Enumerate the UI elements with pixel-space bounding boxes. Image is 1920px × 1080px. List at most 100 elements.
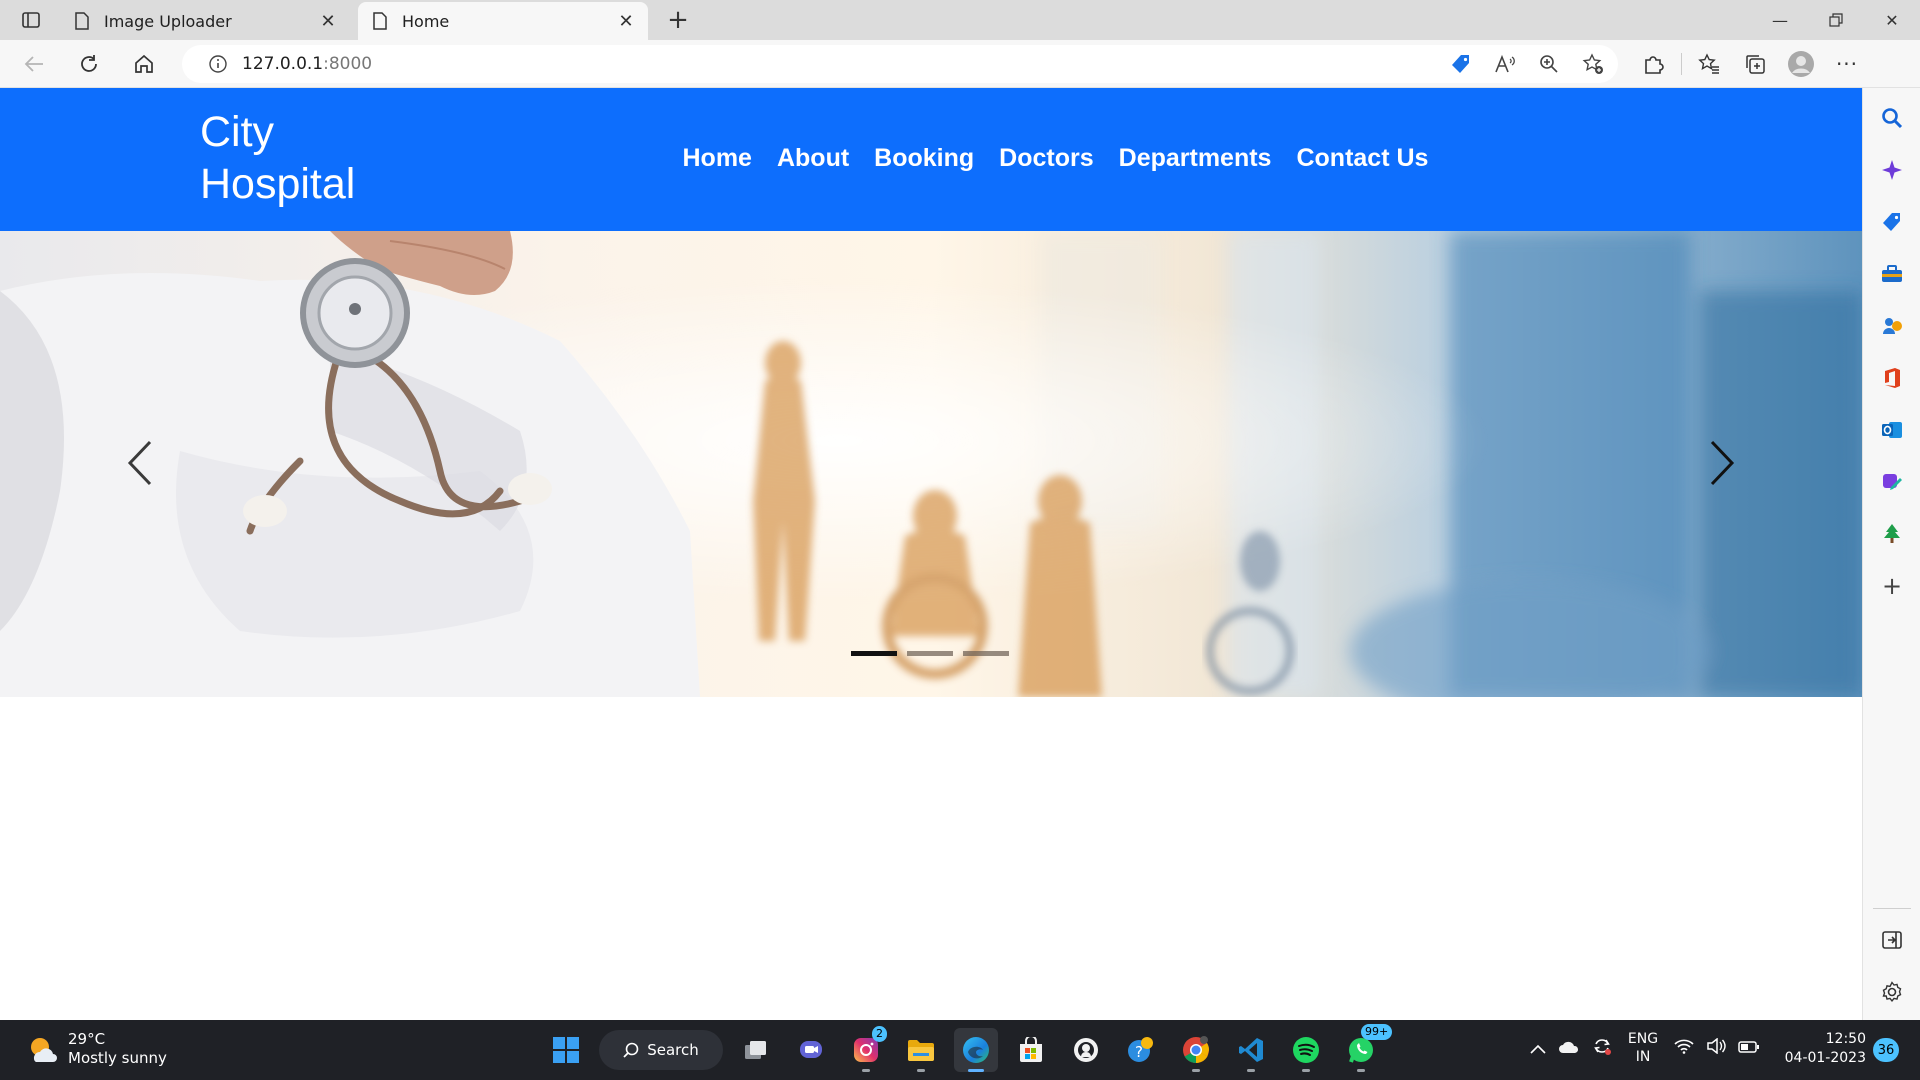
taskbar-search[interactable]: Search <box>599 1030 723 1070</box>
close-icon[interactable]: ✕ <box>318 11 338 32</box>
window-controls: — ✕ <box>1752 0 1920 40</box>
url-text: 127.0.0.1:8000 <box>242 54 372 74</box>
nav-link-about[interactable]: About <box>764 144 861 173</box>
github-icon[interactable] <box>1064 1028 1108 1072</box>
task-view-icon[interactable] <box>734 1028 778 1072</box>
notification-badge[interactable]: 36 <box>1873 1038 1899 1062</box>
tab-image-uploader[interactable]: Image Uploader ✕ <box>60 2 350 40</box>
vscode-icon[interactable] <box>1229 1028 1273 1072</box>
edge-sidebar: + <box>1862 88 1920 1020</box>
weather-widget[interactable]: 29°C Mostly sunny <box>26 1030 167 1068</box>
url-host: 127.0.0.1 <box>242 54 324 74</box>
zoom-icon[interactable] <box>1530 48 1568 80</box>
page-icon <box>370 11 390 31</box>
new-tab-button[interactable]: + <box>662 5 694 35</box>
instagram-icon[interactable]: 2 <box>844 1026 888 1072</box>
home-icon[interactable] <box>126 48 162 80</box>
search-label: Search <box>647 1041 699 1059</box>
chrome-icon[interactable] <box>1174 1028 1218 1072</box>
nav-link-departments[interactable]: Departments <box>1106 144 1284 173</box>
extensions-icon[interactable] <box>1630 48 1676 80</box>
onedrive-icon[interactable] <box>1558 1039 1580 1058</box>
search-icon[interactable] <box>1876 102 1908 134</box>
weather-desc: Mostly sunny <box>68 1049 167 1067</box>
battery-icon[interactable] <box>1738 1039 1760 1058</box>
tools-icon[interactable] <box>1876 258 1908 290</box>
designer-icon[interactable] <box>1876 466 1908 498</box>
nav-link-doctors[interactable]: Doctors <box>987 144 1106 173</box>
favorites-icon[interactable] <box>1686 48 1732 80</box>
edge-browser-icon[interactable] <box>954 1028 998 1072</box>
partly-sunny-icon <box>31 1038 57 1062</box>
profile-avatar[interactable] <box>1778 48 1824 80</box>
nav-link-booking[interactable]: Booking <box>862 144 987 173</box>
back-icon[interactable] <box>16 48 52 80</box>
add-favorite-icon[interactable] <box>1574 48 1612 80</box>
web-page: City Hospital Home About Booking Doctors… <box>0 88 1862 1020</box>
tree-icon[interactable] <box>1876 518 1908 550</box>
teams-chat-icon[interactable] <box>789 1028 833 1072</box>
get-help-icon[interactable]: ? <box>1119 1028 1163 1072</box>
carousel-prev-icon[interactable] <box>110 431 170 495</box>
running-indicator <box>917 1069 925 1072</box>
start-icon[interactable] <box>544 1028 588 1072</box>
language-indicator[interactable]: ENG IN <box>1624 1030 1662 1066</box>
instagram-badge: 2 <box>872 1026 887 1042</box>
page-icon <box>72 11 92 31</box>
taskbar-clock[interactable]: 12:50 04-01-2023 <box>1778 1030 1866 1068</box>
outlook-icon[interactable] <box>1876 414 1908 446</box>
carousel-indicators <box>851 651 1009 656</box>
copilot-icon[interactable] <box>1876 154 1908 186</box>
divider <box>1676 48 1686 80</box>
minimize-icon[interactable]: — <box>1752 0 1808 40</box>
close-icon[interactable]: ✕ <box>616 11 636 32</box>
more-options-icon[interactable]: ··· <box>1824 48 1870 80</box>
running-indicator <box>1302 1069 1310 1072</box>
url-port: :8000 <box>323 54 373 74</box>
address-bar[interactable]: 127.0.0.1:8000 <box>182 45 1618 83</box>
brand-line-2: Hospital <box>200 160 356 208</box>
split-screen-icon[interactable] <box>1876 924 1908 956</box>
nav-link-home[interactable]: Home <box>670 144 764 173</box>
carousel-indicator-2[interactable] <box>907 651 953 656</box>
info-icon[interactable] <box>198 55 238 73</box>
wifi-icon[interactable] <box>1674 1038 1694 1058</box>
microsoft-store-icon[interactable] <box>1009 1028 1053 1072</box>
browser-tab-bar: Image Uploader ✕ Home ✕ + — ✕ <box>0 0 1920 40</box>
system-tray: ENG IN <box>1530 1030 1760 1066</box>
running-indicator <box>1192 1069 1200 1072</box>
hero-carousel <box>0 231 1862 697</box>
collections-icon[interactable] <box>1732 48 1778 80</box>
carousel-next-icon[interactable] <box>1692 431 1752 495</box>
carousel-indicator-3[interactable] <box>963 651 1009 656</box>
carousel-indicator-1[interactable] <box>851 651 897 656</box>
running-indicator <box>1247 1069 1255 1072</box>
sync-icon[interactable] <box>1592 1036 1612 1060</box>
close-window-icon[interactable]: ✕ <box>1864 0 1920 40</box>
nav-links: Home About Booking Doctors Departments C… <box>670 144 1441 173</box>
file-explorer-icon[interactable] <box>899 1028 943 1072</box>
whatsapp-icon[interactable]: 99+ <box>1339 1024 1393 1072</box>
taskbar-apps: Search 2 ? 99+ <box>544 1024 1393 1072</box>
chevron-up-icon[interactable] <box>1530 1039 1546 1058</box>
office-icon[interactable] <box>1876 362 1908 394</box>
tab-home[interactable]: Home ✕ <box>358 2 648 40</box>
spotify-icon[interactable] <box>1284 1028 1328 1072</box>
restore-icon[interactable] <box>1808 0 1864 40</box>
settings-icon[interactable] <box>1876 976 1908 1008</box>
tab-actions-icon[interactable] <box>14 7 48 33</box>
running-indicator <box>1357 1069 1365 1072</box>
shopping-tag-icon[interactable] <box>1876 206 1908 238</box>
add-icon[interactable]: + <box>1876 570 1908 602</box>
browser-toolbar: 127.0.0.1:8000 ··· <box>0 40 1920 88</box>
lang-line-1: ENG <box>1627 1031 1659 1047</box>
nav-link-contact-us[interactable]: Contact Us <box>1284 144 1441 173</box>
shopping-tag-icon[interactable] <box>1442 48 1480 80</box>
read-aloud-icon[interactable] <box>1486 48 1524 80</box>
games-icon[interactable] <box>1876 310 1908 342</box>
brand-line-1: City <box>200 108 275 156</box>
volume-icon[interactable] <box>1706 1037 1726 1058</box>
site-brand[interactable]: City Hospital <box>200 106 400 210</box>
clock-date: 04-01-2023 <box>1784 1050 1866 1066</box>
refresh-icon[interactable] <box>71 48 107 80</box>
